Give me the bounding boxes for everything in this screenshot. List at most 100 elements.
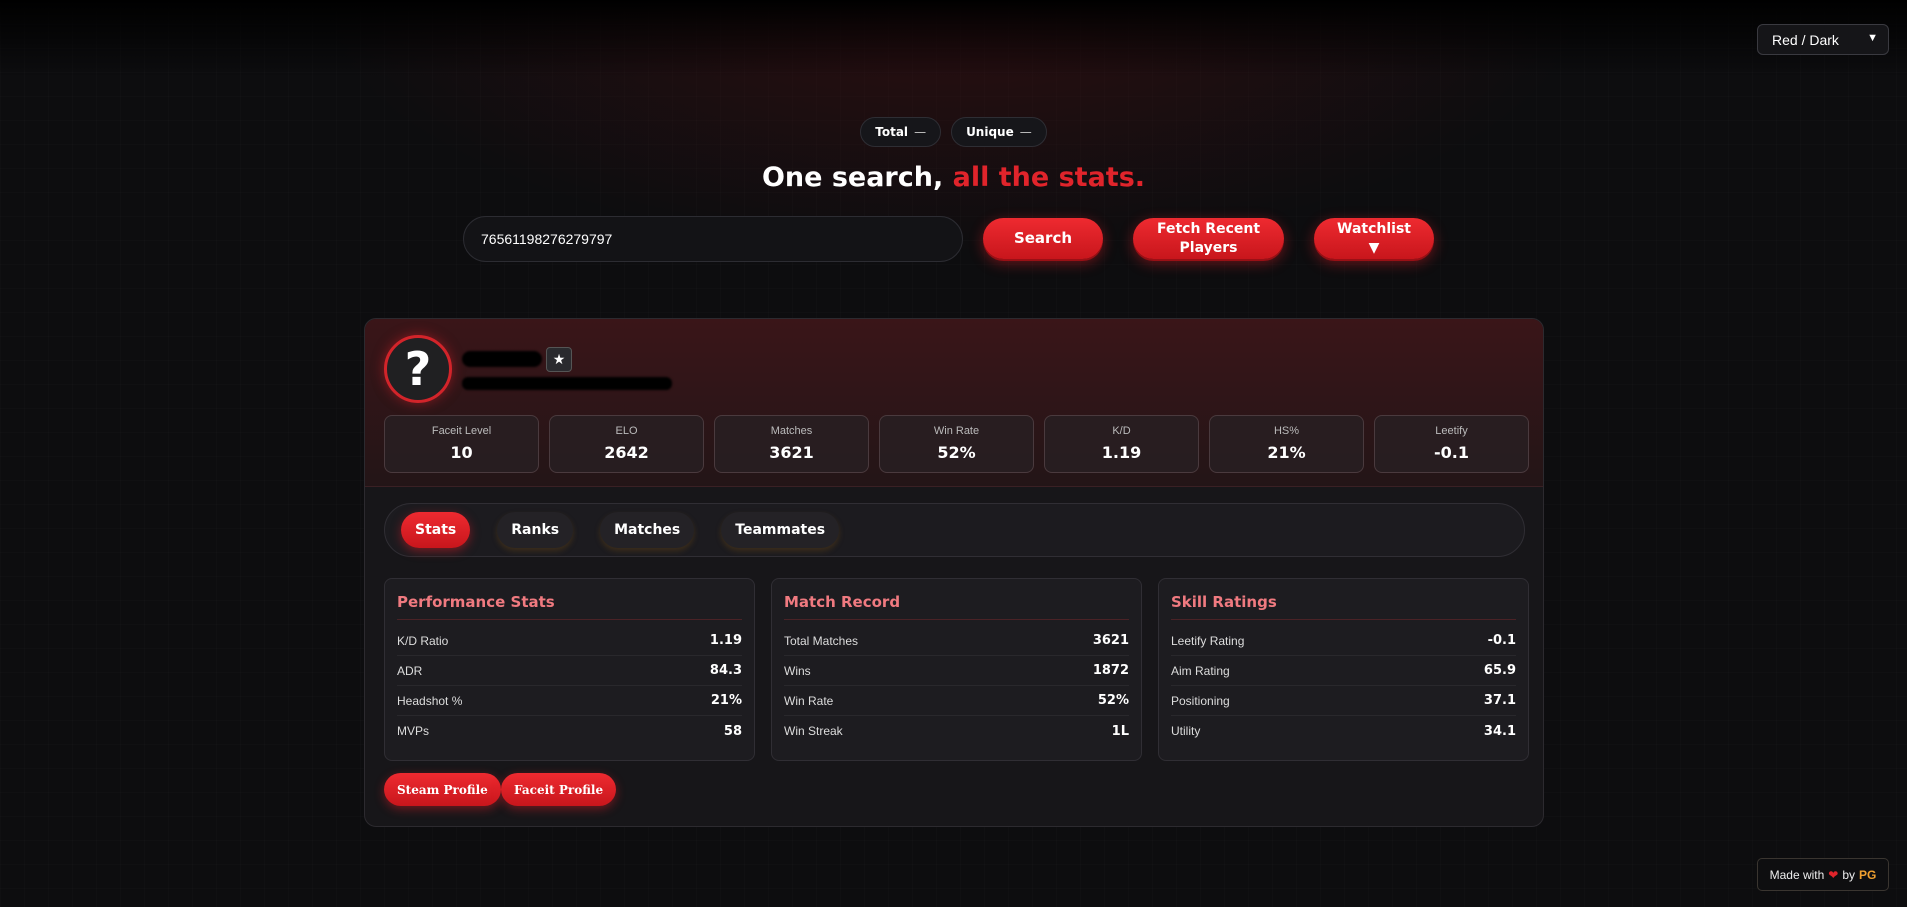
headline-accent: all the stats. [952, 162, 1146, 193]
row-value: 1.19 [709, 633, 742, 648]
player-name-redacted [462, 351, 542, 367]
row-label: Win Streak [784, 724, 843, 738]
stat-value: -0.1 [1434, 443, 1469, 462]
stat-row: Total Matches 3621 [784, 626, 1129, 656]
top-bar [0, 0, 1907, 78]
stat-label: ELO [615, 425, 638, 437]
row-value: 65.9 [1483, 663, 1516, 678]
match-record-panel: Match Record Total Matches 3621 Wins 1872 … [771, 578, 1142, 761]
favorite-star-button[interactable]: ★ [546, 347, 572, 372]
player-header: ? ★ Faceit Level 10 ELO 2642 Matches 362… [365, 319, 1543, 487]
tab-stats[interactable]: Stats [401, 512, 471, 548]
stat-row: K/D Ratio 1.19 [397, 626, 742, 656]
stat-hs: HS% 21% [1209, 415, 1364, 473]
fetch-button-line1: Fetch Recent [1156, 220, 1261, 237]
row-label: Win Rate [784, 693, 834, 708]
row-label: Utility [1171, 724, 1201, 738]
stat-row: Win Rate 52% [784, 686, 1129, 716]
tab-ranks[interactable]: Ranks [497, 512, 574, 548]
row-label: Leetify Rating [1171, 633, 1245, 648]
faceit-profile-button[interactable]: Faceit Profile [501, 773, 617, 806]
row-value: 1L [1111, 723, 1129, 739]
total-counter-label: Total [875, 125, 909, 139]
theme-select[interactable]: Red / Dark ▼ [1757, 24, 1889, 55]
page-title: One search, all the stats. [0, 162, 1907, 193]
stat-faceit-level: Faceit Level 10 [384, 415, 539, 473]
steam-profile-button[interactable]: Steam Profile [384, 773, 501, 806]
performance-stats-panel: Performance Stats K/D Ratio 1.19 ADR 84.3 … [384, 578, 755, 761]
watchlist-button[interactable]: Watchlist ▼ [1314, 218, 1434, 259]
stat-value: 3621 [769, 443, 814, 462]
stat-value: 2642 [604, 443, 649, 462]
watchlist-button-label: Watchlist [1337, 220, 1411, 237]
row-label: MVPs [397, 724, 430, 738]
stat-row: Headshot % 21% [397, 686, 742, 716]
tab-matches[interactable]: Matches [600, 512, 695, 548]
unique-counter-value: — [1019, 125, 1032, 139]
stat-label: HS% [1273, 425, 1300, 437]
stat-row: Wins 1872 [784, 656, 1129, 686]
stat-row: Leetify Rating -0.1 [1171, 626, 1516, 656]
stat-label: Win Rate [933, 425, 980, 437]
search-input[interactable]: 76561198276279797 [463, 216, 963, 262]
search-button[interactable]: Search [983, 218, 1103, 259]
skill-ratings-panel: Skill Ratings Leetify Rating -0.1 Aim Rat… [1158, 578, 1529, 761]
counter-pills: Total — Unique — [0, 117, 1907, 147]
stat-row: Positioning 37.1 [1171, 686, 1516, 716]
stat-value: 52% [937, 443, 976, 462]
unique-counter: Unique — [951, 117, 1047, 147]
stat-elo: ELO 2642 [549, 415, 704, 473]
panel-title: Performance Stats [397, 593, 742, 620]
question-mark-icon: ? [404, 342, 432, 396]
stat-label: Faceit Level [431, 425, 492, 437]
stat-leetify: Leetify -0.1 [1374, 415, 1529, 473]
stat-win-rate: Win Rate 52% [879, 415, 1034, 473]
row-value: 1872 [1092, 663, 1129, 678]
search-button-label: Search [1013, 229, 1073, 247]
search-input-value: 76561198276279797 [481, 231, 613, 247]
total-counter-value: — [914, 125, 927, 139]
fetch-button-line2: Players [1179, 239, 1238, 256]
fetch-recent-players-button[interactable]: Fetch Recent Players [1133, 218, 1284, 259]
stat-row: Win Streak 1L [784, 716, 1129, 746]
tab-bar: Stats Ranks Matches Teammates [384, 503, 1525, 557]
avatar: ? [384, 335, 452, 403]
footer-prefix: Made with [1769, 867, 1825, 882]
row-value: 37.1 [1483, 693, 1516, 708]
star-icon: ★ [552, 351, 566, 368]
summary-stats: Faceit Level 10 ELO 2642 Matches 3621 Wi… [384, 415, 1529, 473]
row-value: -0.1 [1487, 633, 1516, 648]
stat-row: MVPs 58 [397, 716, 742, 746]
stat-row: Utility 34.1 [1171, 716, 1516, 746]
chevron-down-icon: ▼ [1867, 32, 1878, 44]
stat-label: K/D [1112, 425, 1131, 437]
stat-value: 21% [1267, 443, 1306, 462]
player-subtitle-redacted [462, 377, 672, 390]
unique-counter-label: Unique [966, 125, 1014, 139]
watchlist-arrow-icon: ▼ [1368, 239, 1380, 256]
row-label: Headshot % [397, 693, 463, 708]
headline-main: One search, [761, 162, 944, 193]
stat-row: ADR 84.3 [397, 656, 742, 686]
row-label: Wins [784, 663, 811, 678]
footer-suffix: by [1842, 867, 1856, 882]
total-counter: Total — [860, 117, 942, 147]
row-value: 21% [710, 693, 742, 708]
stat-label: Leetify [1435, 425, 1468, 437]
stats-panels: Performance Stats K/D Ratio 1.19 ADR 84.3 … [384, 578, 1529, 761]
row-label: ADR [397, 663, 423, 678]
footer-badge[interactable]: Made with ❤ by PG [1757, 858, 1889, 891]
theme-select-value: Red / Dark [1772, 31, 1839, 48]
stat-row: Aim Rating 65.9 [1171, 656, 1516, 686]
panel-title: Skill Ratings [1171, 593, 1516, 620]
player-card: ? ★ Faceit Level 10 ELO 2642 Matches 362… [364, 318, 1544, 827]
stat-kd: K/D 1.19 [1044, 415, 1199, 473]
row-label: K/D Ratio [397, 633, 449, 648]
row-label: Total Matches [784, 633, 859, 648]
row-value: 52% [1097, 693, 1129, 708]
tab-teammates[interactable]: Teammates [721, 512, 840, 548]
row-value: 34.1 [1483, 723, 1516, 739]
row-label: Positioning [1171, 693, 1230, 708]
row-label: Aim Rating [1171, 663, 1230, 678]
stat-matches: Matches 3621 [714, 415, 869, 473]
